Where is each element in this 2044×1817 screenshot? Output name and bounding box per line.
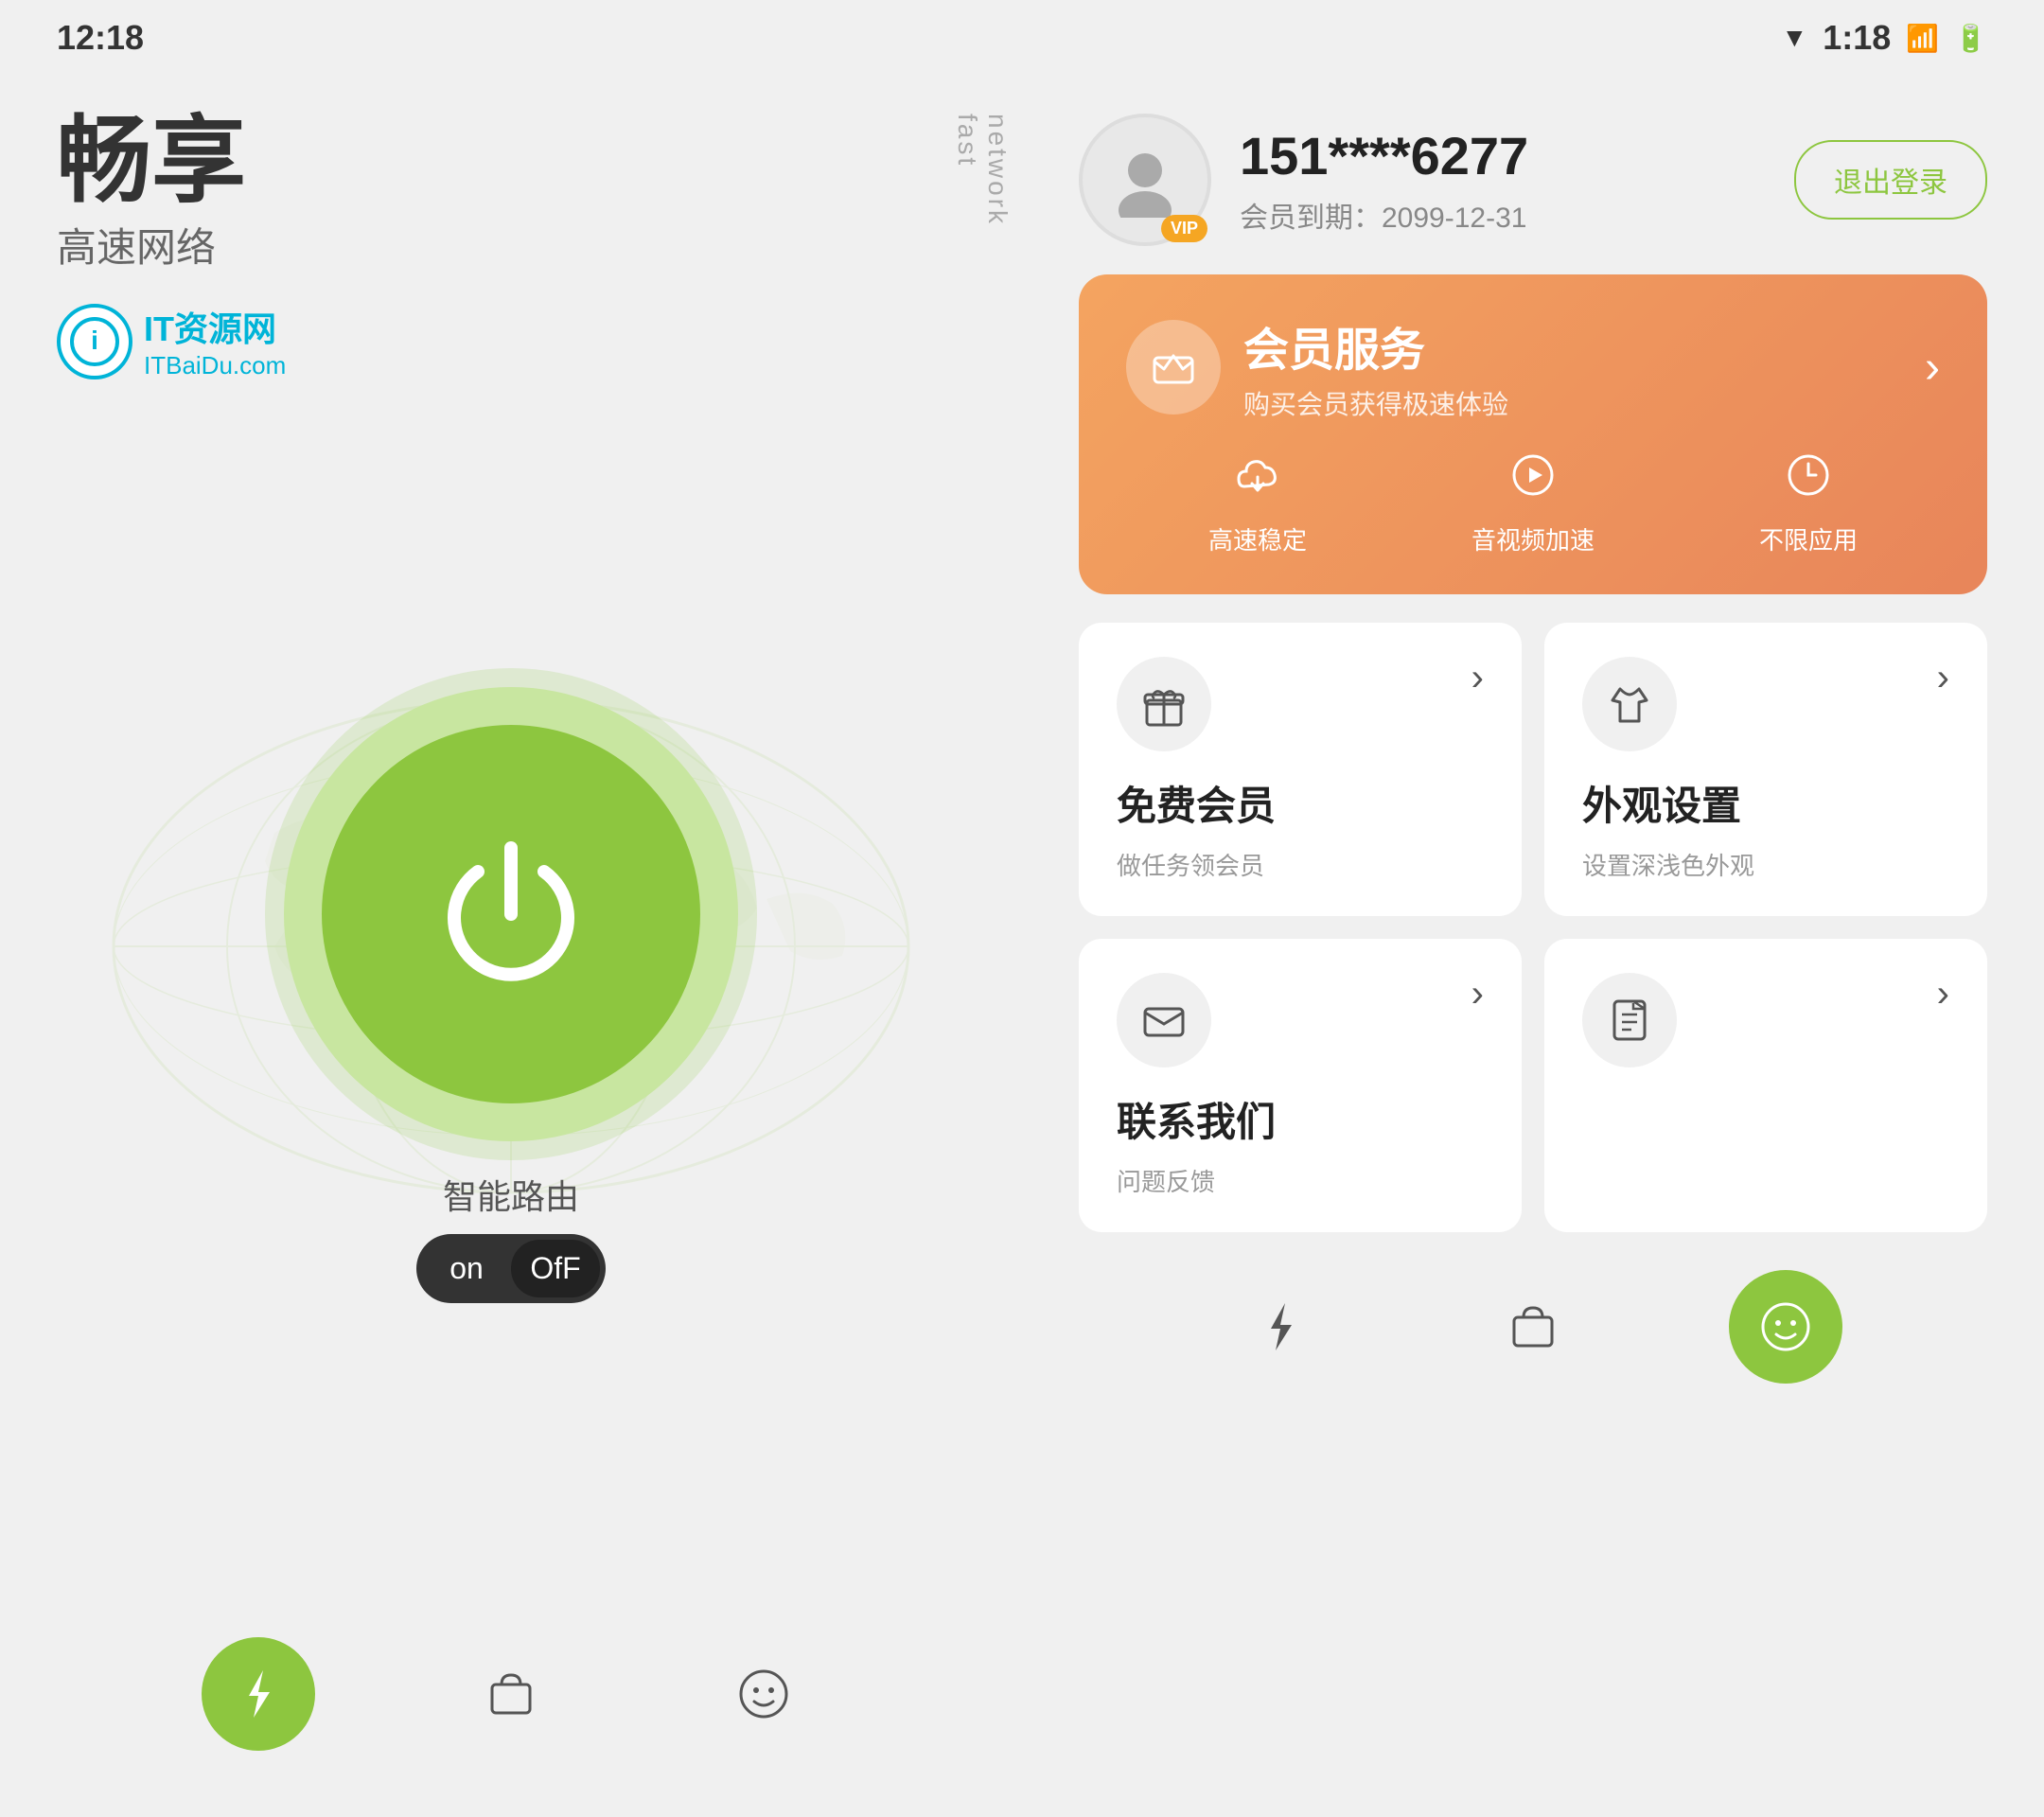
card-contact-header: › — [1117, 973, 1484, 1067]
logo-icon: i — [66, 313, 123, 370]
nav-right-bolt[interactable] — [1224, 1270, 1337, 1384]
card-doc-arrow: › — [1937, 973, 1949, 1015]
watermark: i IT资源网 ITBaiDu.com — [57, 302, 965, 380]
vip-feature-unlimited: 不限应用 — [1759, 450, 1858, 556]
user-phone: 151****6277 — [1240, 125, 1766, 186]
status-bar: 12:18 ▼ 1:18 📶 🔋 — [0, 0, 2044, 76]
nav-item-shop[interactable] — [454, 1637, 568, 1751]
user-expiry: 会员到期：2099-12-31 — [1240, 194, 1766, 236]
left-panel: 畅享 fast network 高速网络 i IT资源网 ITBaiDu.com — [0, 76, 1022, 1817]
power-icon — [416, 820, 606, 1009]
nav-right-shop[interactable] — [1476, 1270, 1590, 1384]
bottom-nav-right — [1079, 1261, 1987, 1393]
svg-text:i: i — [91, 326, 98, 355]
feature-unlimited-label: 不限应用 — [1759, 521, 1858, 556]
card-appearance-header: › — [1582, 657, 1949, 751]
signal-icon: 📶 — [1906, 23, 1939, 54]
avatar-icon — [1107, 142, 1183, 218]
toggle-on-label[interactable]: on — [422, 1240, 511, 1297]
card-free-vip-subtitle: 做任务领会员 — [1117, 847, 1484, 882]
main-container: 畅享 fast network 高速网络 i IT资源网 ITBaiDu.com — [0, 76, 2044, 1817]
card-free-vip-title: 免费会员 — [1117, 774, 1484, 832]
vip-feature-speed: 高速稳定 — [1208, 450, 1307, 556]
cloud-icon — [1233, 450, 1282, 512]
battery-icon: 🔋 — [1954, 23, 1987, 54]
card-free-vip-arrow: › — [1471, 657, 1484, 699]
vip-service-icon — [1126, 320, 1221, 415]
card-appearance-arrow: › — [1937, 657, 1949, 699]
bolt-icon-right — [1252, 1298, 1309, 1355]
card-contact[interactable]: › 联系我们 问题反馈 — [1079, 939, 1522, 1232]
title-main: 畅享 — [57, 114, 246, 208]
watermark-logo: i — [57, 304, 132, 379]
card-appearance[interactable]: › 外观设置 设置深浅色外观 — [1544, 623, 1987, 916]
bottom-nav-left — [57, 1609, 965, 1779]
vip-features: 高速稳定 音视频加速 — [1126, 450, 1940, 556]
toggle-switch[interactable]: on OfF — [416, 1234, 606, 1303]
nav-item-power[interactable] — [202, 1637, 315, 1751]
user-section: VIP 151****6277 会员到期：2099-12-31 退出登录 — [1079, 114, 1987, 246]
feature-speed-label: 高速稳定 — [1208, 521, 1307, 556]
title-fast: fast network — [952, 114, 1013, 226]
shop-icon-right — [1505, 1298, 1561, 1355]
bolt-icon — [230, 1666, 287, 1722]
status-time-left: 12:18 — [57, 18, 144, 58]
card-doc-header: › — [1582, 973, 1949, 1067]
card-free-vip[interactable]: › 免费会员 做任务领会员 — [1079, 623, 1522, 916]
vip-feature-media: 音视频加速 — [1471, 450, 1595, 556]
nav-right-profile[interactable] — [1729, 1270, 1842, 1384]
smiley-icon-right — [1757, 1298, 1814, 1355]
logout-button[interactable]: 退出登录 — [1794, 140, 1987, 220]
feature-media-label: 音视频加速 — [1471, 521, 1595, 556]
card-appearance-subtitle: 设置深浅色外观 — [1582, 847, 1949, 882]
smiley-icon — [735, 1666, 792, 1722]
vip-subtitle: 购买会员获得极速体验 — [1243, 384, 1902, 422]
title-sub: 高速网络 — [57, 216, 965, 273]
user-info: 151****6277 会员到期：2099-12-31 — [1240, 125, 1766, 236]
vip-badge: VIP — [1161, 215, 1207, 242]
card-appearance-title: 外观设置 — [1582, 774, 1949, 832]
tshirt-icon — [1582, 657, 1677, 751]
power-section: 智能路由 on OfF — [57, 380, 965, 1609]
card-contact-title: 联系我们 — [1117, 1090, 1484, 1148]
card-free-vip-header: › — [1117, 657, 1484, 751]
doc-icon — [1582, 973, 1677, 1067]
vip-title: 会员服务 — [1243, 312, 1902, 379]
power-inner-ring[interactable] — [322, 725, 700, 1103]
clock-icon — [1784, 450, 1833, 512]
power-label: 智能路由 — [443, 1170, 579, 1219]
right-panel: VIP 151****6277 会员到期：2099-12-31 退出登录 会员服… — [1022, 76, 2044, 1817]
app-title: 畅享 fast network 高速网络 — [57, 114, 965, 273]
card-doc[interactable]: › — [1544, 939, 1987, 1232]
vip-card-arrow: › — [1925, 342, 1940, 394]
crown-icon — [1147, 341, 1200, 394]
vip-card-header: 会员服务 购买会员获得极速体验 › — [1126, 312, 1940, 422]
card-contact-subtitle: 问题反馈 — [1117, 1163, 1484, 1198]
wifi-icon: ▼ — [1781, 23, 1807, 53]
vip-title-group: 会员服务 购买会员获得极速体验 — [1243, 312, 1902, 422]
mail-icon — [1117, 973, 1211, 1067]
nav-item-profile[interactable] — [707, 1637, 820, 1751]
vip-card[interactable]: 会员服务 购买会员获得极速体验 › 高速稳定 — [1079, 274, 1987, 594]
toggle-off-label[interactable]: OfF — [511, 1240, 600, 1297]
watermark-brand: IT资源网 — [144, 302, 286, 351]
card-contact-arrow: › — [1471, 973, 1484, 1015]
status-time-right: 1:18 — [1823, 18, 1891, 58]
status-icons-right: ▼ 1:18 📶 🔋 — [1781, 18, 1987, 58]
watermark-text: IT资源网 ITBaiDu.com — [144, 302, 286, 380]
play-icon — [1508, 450, 1558, 512]
power-outer-ring[interactable] — [284, 687, 738, 1141]
cards-grid: › 免费会员 做任务领会员 › 外观设置 设置深浅色外观 — [1079, 623, 1987, 1232]
shop-icon — [483, 1666, 539, 1722]
gift-icon — [1117, 657, 1211, 751]
watermark-site: ITBaiDu.com — [144, 351, 286, 380]
avatar-container: VIP — [1079, 114, 1211, 246]
